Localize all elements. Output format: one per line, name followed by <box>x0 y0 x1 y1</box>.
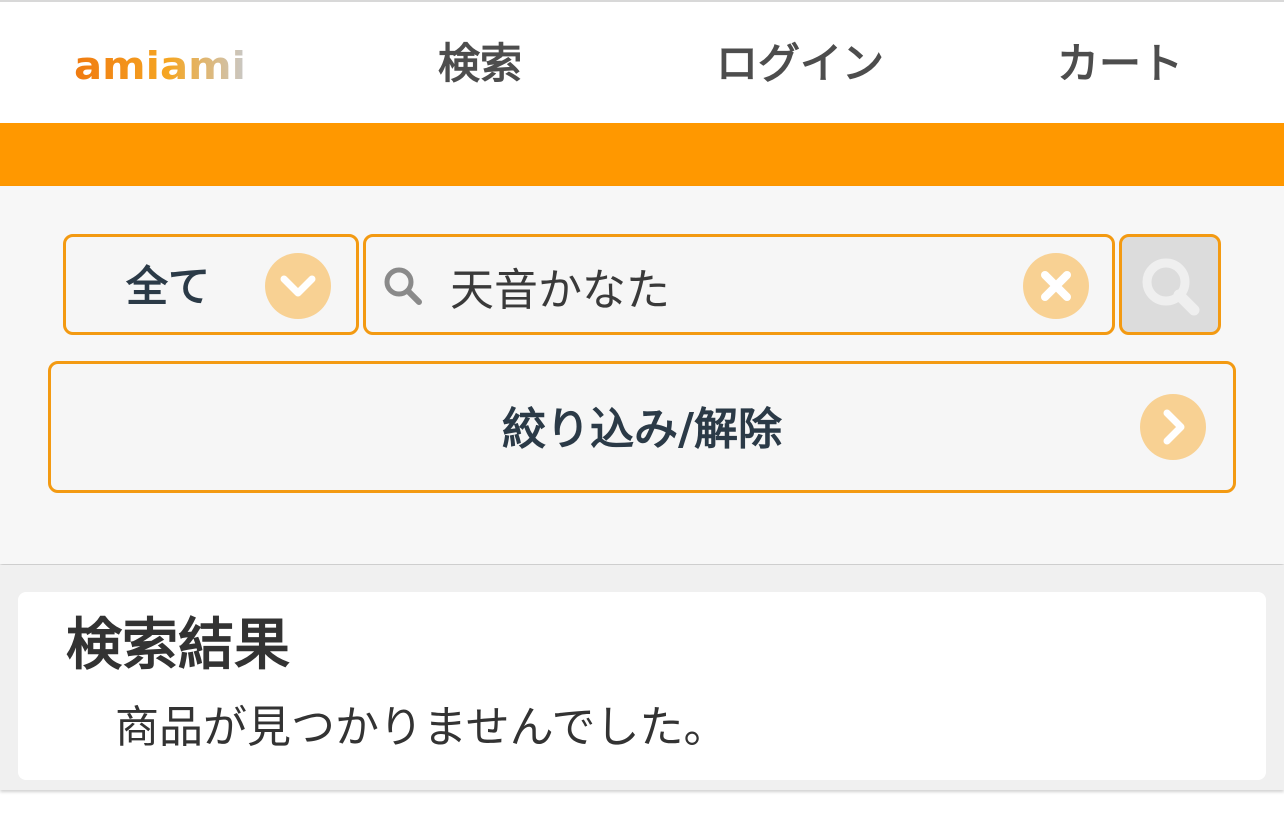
search-icon <box>1142 258 1200 316</box>
search-icon <box>384 267 422 305</box>
amiami-logo[interactable]: amiami <box>74 46 249 84</box>
results-title: 検索結果 <box>66 613 290 678</box>
svg-text:amiami: amiami <box>74 46 246 84</box>
search-submit-button[interactable] <box>1119 234 1221 335</box>
filter-button-label: 絞り込み/解除 <box>501 404 783 455</box>
close-icon[interactable] <box>1023 253 1089 319</box>
results-section: 検索結果 商品が見つかりませんでした。 <box>0 565 1284 790</box>
chevron-right-icon <box>1140 394 1206 460</box>
category-select-label: 全て <box>126 262 211 311</box>
search-panel: 全て 絞り込み/解除 <box>0 186 1284 564</box>
search-input[interactable] <box>450 255 1010 317</box>
category-select[interactable]: 全て <box>63 234 359 335</box>
site-header: amiami 検索 ログイン カート <box>0 2 1284 123</box>
nav-login-link[interactable]: ログイン <box>700 38 900 90</box>
no-results-message: 商品が見つかりませんでした。 <box>115 702 728 753</box>
filter-toggle-button[interactable]: 絞り込み/解除 <box>48 361 1236 493</box>
search-field[interactable] <box>363 234 1115 335</box>
chevron-down-icon <box>265 253 331 319</box>
nav-search-link[interactable]: 検索 <box>400 38 560 90</box>
results-card: 検索結果 商品が見つかりませんでした。 <box>18 592 1266 780</box>
nav-cart-link[interactable]: カート <box>1040 38 1200 90</box>
orange-banner-bar <box>0 123 1284 186</box>
